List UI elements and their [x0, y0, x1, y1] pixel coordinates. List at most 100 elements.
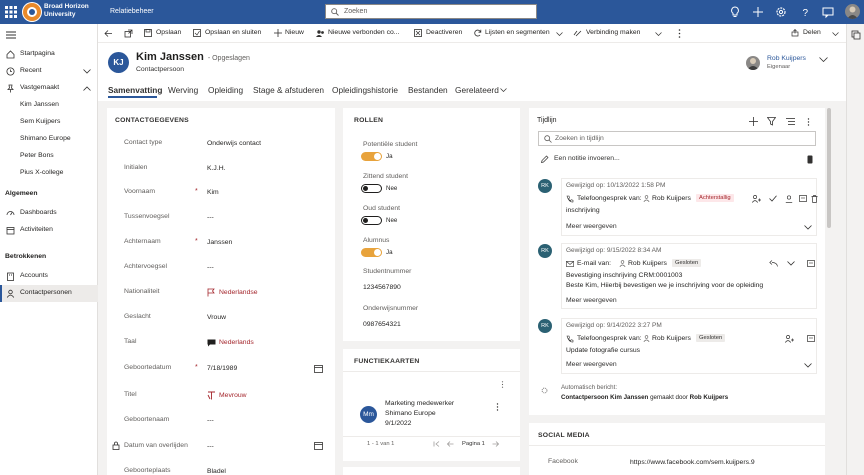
- birth-place-field[interactable]: Bladel: [207, 468, 226, 475]
- list-view-icon[interactable]: [786, 117, 795, 126]
- chevron-down-icon[interactable]: [655, 32, 662, 36]
- facebook-url-field[interactable]: https://www.facebook.com/sem.kuijpers.9: [630, 459, 755, 466]
- open-new-window-icon[interactable]: [124, 29, 133, 38]
- tab-education-history[interactable]: Opleidingshistorie: [332, 85, 398, 95]
- timeline-entry[interactable]: Gewijzigd op: 9/14/2022 3:27 PM Telefoon…: [561, 318, 817, 374]
- tab-files[interactable]: Bestanden: [408, 85, 448, 95]
- timeline-entry[interactable]: Gewijzigd op: 10/13/2022 1:58 PM Telefoo…: [561, 178, 818, 236]
- former-student-toggle[interactable]: [361, 216, 382, 225]
- entry-person[interactable]: Rob Kuijpers: [652, 195, 691, 202]
- current-student-toggle[interactable]: [361, 184, 382, 193]
- nationality-link[interactable]: Nederlandse: [219, 289, 258, 296]
- previous-page-icon[interactable]: [447, 441, 454, 447]
- potential-student-toggle[interactable]: [361, 152, 382, 161]
- chevron-down-icon[interactable]: [832, 32, 839, 36]
- function-card[interactable]: Mm Marketing medewerker Shimano Europe 9…: [349, 395, 509, 431]
- pinned-record[interactable]: Pius X-college: [0, 165, 98, 182]
- owner-name[interactable]: Rob Kuijpers: [767, 55, 806, 62]
- chevron-down-icon[interactable]: [804, 225, 812, 230]
- more-options-icon[interactable]: [501, 381, 504, 388]
- gear-icon[interactable]: [774, 5, 788, 19]
- timeline-entry[interactable]: Gewijzigd op: 9/15/2022 8:34 AM E-mail v…: [561, 243, 817, 309]
- checkmark-icon[interactable]: [769, 195, 777, 202]
- sidebar-item-recent[interactable]: Recent: [0, 63, 98, 80]
- chevron-down-icon[interactable]: [819, 57, 828, 62]
- entry-person[interactable]: Rob Kuijpers: [652, 335, 691, 342]
- more-options-icon[interactable]: [496, 403, 499, 411]
- pinned-record[interactable]: Kim Janssen: [0, 97, 98, 114]
- sidebar-item-contacts[interactable]: Contactpersonen: [0, 285, 98, 302]
- assign-icon[interactable]: [785, 335, 794, 343]
- plus-icon[interactable]: [749, 117, 758, 126]
- tab-related[interactable]: Gerelateerd: [455, 85, 499, 95]
- tab-summary[interactable]: Samenvatting: [108, 85, 162, 95]
- share-button[interactable]: Delen: [791, 29, 821, 37]
- sidebar-item-pinned[interactable]: Vastgemaakt: [0, 80, 98, 97]
- tab-internship[interactable]: Stage & afstuderen: [253, 85, 324, 95]
- open-record-icon[interactable]: [799, 195, 807, 203]
- first-name-field[interactable]: Kim: [207, 189, 219, 196]
- entry-more[interactable]: Meer weergeven: [566, 297, 617, 304]
- gender-field[interactable]: Vrouw: [207, 314, 226, 321]
- chevron-down-icon[interactable]: [500, 88, 507, 92]
- last-name-field[interactable]: Janssen: [207, 239, 232, 246]
- hamburger-icon[interactable]: [6, 31, 16, 39]
- filter-icon[interactable]: [767, 117, 776, 126]
- chat-icon[interactable]: [821, 5, 835, 19]
- suffix-field[interactable]: ---: [207, 264, 214, 271]
- user-avatar[interactable]: [845, 4, 860, 19]
- attachment-icon[interactable]: [807, 155, 813, 164]
- lists-segments-button[interactable]: Lijsten en segmenten: [474, 29, 550, 37]
- pinned-record[interactable]: Shimano Europe: [0, 131, 98, 148]
- title-link[interactable]: Mevrouw: [219, 392, 247, 399]
- save-button[interactable]: Opslaan: [144, 29, 181, 37]
- note-input[interactable]: Een notitie invoeren...: [538, 152, 816, 167]
- next-page-icon[interactable]: [492, 441, 499, 447]
- open-record-icon[interactable]: [807, 335, 815, 343]
- pinned-record[interactable]: Sem Kuijpers: [0, 114, 98, 131]
- lightbulb-icon[interactable]: [728, 5, 742, 19]
- student-number-field[interactable]: 1234567890: [363, 284, 401, 291]
- first-page-icon[interactable]: [433, 441, 440, 447]
- app-title[interactable]: Relatiebeheer: [110, 8, 154, 15]
- auto-post-author[interactable]: Rob Kuijpers: [690, 394, 729, 401]
- education-number-field[interactable]: 0987654321: [363, 321, 401, 328]
- birth-date-field[interactable]: 7/18/1989: [207, 365, 237, 372]
- entry-person[interactable]: Rob Kuijpers: [628, 260, 667, 267]
- sidebar-item-accounts[interactable]: Accounts: [0, 268, 98, 285]
- tab-recruitment[interactable]: Werving: [168, 85, 198, 95]
- sidebar-item-home[interactable]: Startpagina: [0, 46, 98, 63]
- sidebar-item-activities[interactable]: Activiteiten: [0, 222, 98, 239]
- auto-post-subject[interactable]: Contactpersoon Kim Janssen: [561, 394, 648, 401]
- app-launcher-icon[interactable]: [5, 6, 17, 18]
- entry-more[interactable]: Meer weergeven: [566, 223, 617, 230]
- language-link[interactable]: Nederlands: [219, 339, 254, 346]
- back-icon[interactable]: [104, 29, 113, 38]
- new-button[interactable]: Nieuw: [274, 29, 304, 37]
- sidebar-item-dashboards[interactable]: Dashboards: [0, 205, 98, 222]
- more-options-icon[interactable]: [807, 118, 810, 126]
- middle-name-field[interactable]: ---: [207, 214, 214, 221]
- date-of-death-field[interactable]: ---: [207, 443, 214, 450]
- global-search-input[interactable]: Zoeken: [325, 4, 537, 19]
- birth-name-field[interactable]: ---: [207, 417, 214, 424]
- plus-icon[interactable]: [751, 5, 765, 19]
- user-icon[interactable]: [785, 195, 793, 203]
- deactivate-button[interactable]: Deactiveren: [414, 29, 462, 37]
- connect-button[interactable]: Verbinding maken: [573, 29, 640, 37]
- calendar-icon[interactable]: [314, 441, 323, 450]
- reply-icon[interactable]: [769, 260, 778, 267]
- chevron-down-icon[interactable]: [556, 32, 563, 36]
- more-commands-icon[interactable]: [678, 29, 681, 38]
- pinned-record[interactable]: Peter Bons: [0, 148, 98, 165]
- help-icon[interactable]: ?: [798, 5, 812, 19]
- chevron-down-icon[interactable]: [804, 363, 812, 368]
- assign-icon[interactable]: [752, 195, 761, 203]
- timeline-search-input[interactable]: Zoeken in tijdlijn: [538, 131, 816, 146]
- entry-more[interactable]: Meer weergeven: [566, 361, 617, 368]
- scrollbar[interactable]: [827, 108, 831, 228]
- open-record-icon[interactable]: [807, 260, 815, 268]
- copy-icon[interactable]: [851, 30, 861, 40]
- calendar-icon[interactable]: [314, 364, 323, 373]
- delete-icon[interactable]: [811, 195, 818, 203]
